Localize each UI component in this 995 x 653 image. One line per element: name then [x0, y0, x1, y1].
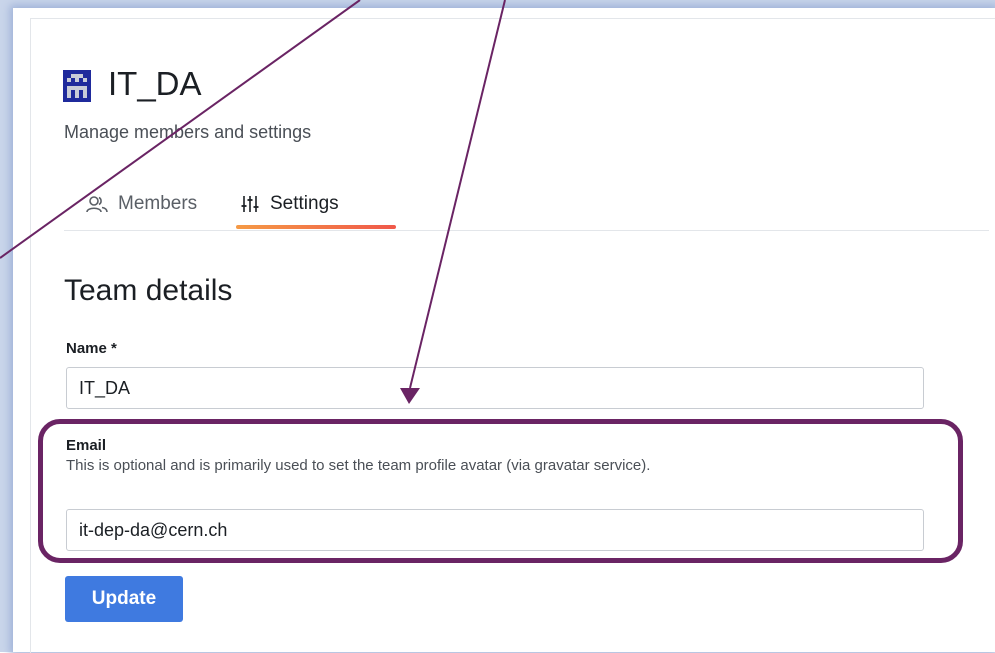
section-title: Team details [64, 274, 233, 307]
name-input[interactable] [66, 367, 924, 409]
update-button[interactable]: Update [65, 576, 183, 622]
tab-settings[interactable]: Settings [240, 180, 339, 228]
team-title: IT_DA [108, 65, 202, 102]
team-subtitle: Manage members and settings [64, 122, 312, 142]
users-icon [86, 196, 108, 213]
tab-settings-label: Settings [270, 193, 339, 214]
team-avatar-icon [63, 70, 91, 102]
sliders-icon [241, 196, 259, 212]
tab-members-label: Members [118, 193, 198, 214]
screenshot-frame: IT_DA Manage members and settings Member… [0, 0, 995, 653]
active-tab-indicator [236, 225, 396, 229]
name-label: Name * [66, 340, 117, 357]
email-highlight-box [38, 419, 963, 563]
tab-bar: Members Settings [64, 180, 989, 231]
tab-members[interactable]: Members [86, 180, 197, 228]
